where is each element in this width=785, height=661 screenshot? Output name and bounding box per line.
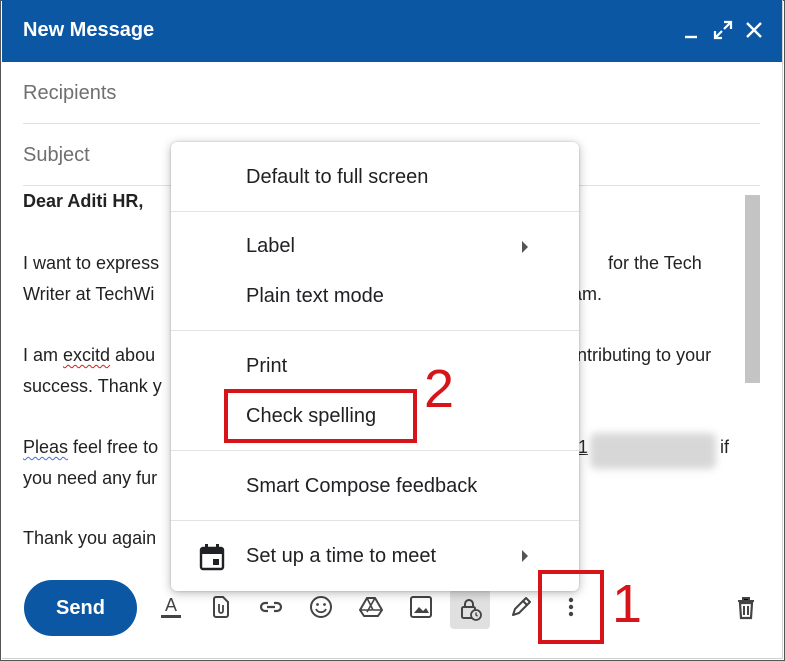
body-text: for the Tech	[608, 253, 702, 273]
menu-divider	[171, 211, 579, 212]
submenu-arrow-icon	[522, 241, 528, 253]
recipients-placeholder: Recipients	[23, 82, 117, 104]
svg-text:A: A	[165, 595, 177, 615]
menu-item-print[interactable]: Print	[246, 355, 287, 378]
annotation-step-1: 1	[612, 574, 643, 634]
body-text: Thank you again	[23, 528, 157, 548]
body-text: Writer at TechWi	[23, 284, 155, 304]
send-button[interactable]: Send	[24, 580, 137, 636]
recipients-field[interactable]: Recipients	[23, 62, 760, 124]
menu-item-default-full-screen[interactable]: Default to full screen	[246, 166, 428, 189]
signature-pen-icon[interactable]	[506, 590, 536, 624]
subject-placeholder: Subject	[23, 144, 90, 166]
insert-photo-icon[interactable]	[406, 590, 436, 624]
close-icon[interactable]	[740, 15, 768, 45]
menu-divider	[171, 450, 579, 451]
body-scrollbar[interactable]	[745, 195, 760, 383]
menu-item-label[interactable]: Label	[246, 235, 295, 258]
misspelled-word[interactable]: Pleas	[23, 437, 68, 457]
calendar-icon	[199, 543, 225, 571]
text-format-icon[interactable]: A	[156, 590, 186, 624]
body-text: I am	[23, 345, 64, 365]
body-text: I want to express	[23, 253, 160, 273]
submenu-arrow-icon	[522, 550, 528, 562]
expand-icon[interactable]	[709, 15, 737, 45]
body-text: ontributing to your	[567, 345, 712, 365]
body-text: you need any fur	[23, 468, 158, 488]
compose-title: New Message	[23, 19, 155, 41]
menu-item-smart-compose-feedback[interactable]: Smart Compose feedback	[246, 475, 477, 498]
annotation-box-more-options	[538, 570, 604, 644]
annotation-step-2: 2	[424, 359, 455, 419]
insert-link-icon[interactable]	[256, 590, 286, 624]
minimize-icon[interactable]	[677, 15, 705, 45]
emoji-icon[interactable]	[306, 590, 336, 624]
menu-divider	[171, 330, 579, 331]
body-text: abou	[110, 345, 156, 365]
menu-item-plain-text-mode[interactable]: Plain text mode	[246, 285, 384, 308]
body-text: 1	[578, 437, 589, 457]
confidential-mode-icon[interactable]	[450, 589, 490, 629]
attach-file-icon[interactable]	[206, 590, 236, 624]
menu-divider	[171, 520, 579, 521]
body-text: feel free to	[68, 437, 159, 457]
body-text: if	[720, 437, 729, 457]
body-greeting: Dear Aditi HR,	[23, 191, 144, 211]
body-text: success. Thank y	[23, 376, 162, 396]
google-drive-icon[interactable]	[356, 590, 386, 624]
compose-titlebar[interactable]: New Message	[2, 0, 782, 62]
more-options-menu: Default to full screen Label Plain text …	[171, 142, 579, 591]
menu-item-set-up-time-to-meet[interactable]: Set up a time to meet	[246, 545, 436, 568]
discard-draft-icon[interactable]	[732, 594, 760, 622]
misspelled-word[interactable]: excitd	[63, 345, 110, 365]
annotation-box-check-spelling	[224, 389, 417, 443]
redacted-phone-number	[590, 433, 716, 469]
